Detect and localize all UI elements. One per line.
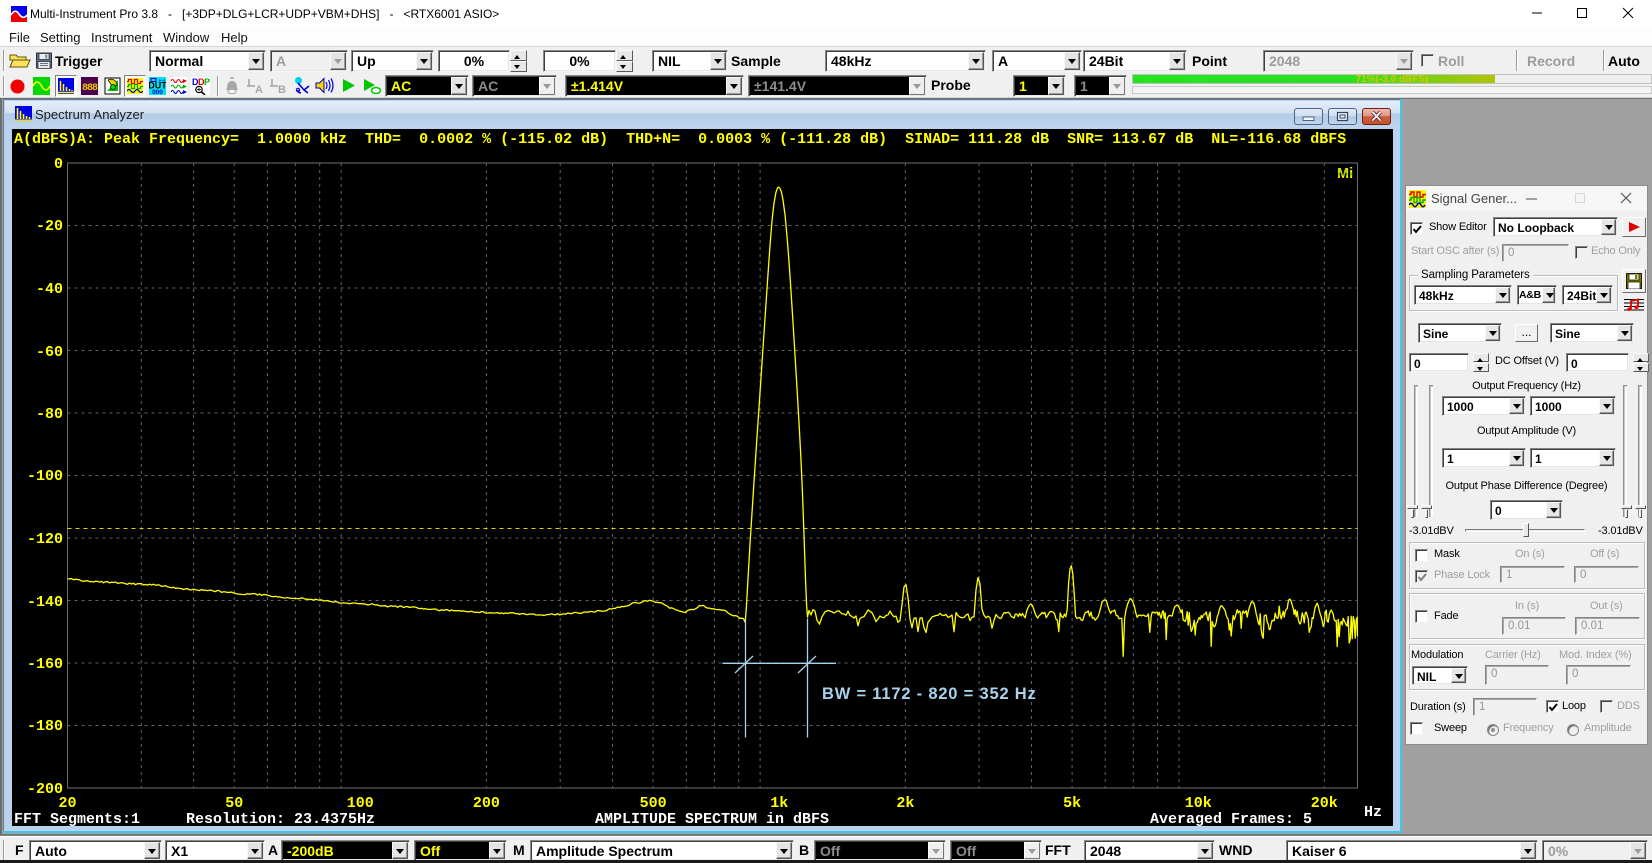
svg-text:-180: -180 xyxy=(27,718,63,735)
svg-text:20: 20 xyxy=(58,795,76,812)
svg-text:Mi: Mi xyxy=(1337,166,1353,182)
svg-text:-100: -100 xyxy=(27,468,63,485)
svg-text:BW = 1172 - 820 = 352 Hz: BW = 1172 - 820 = 352 Hz xyxy=(822,685,1037,703)
svg-text:50: 50 xyxy=(225,795,243,812)
svg-text:B: B xyxy=(278,84,286,94)
svg-text:A: A xyxy=(255,84,263,94)
svg-text:000: 000 xyxy=(152,89,163,95)
svg-text:20k: 20k xyxy=(1311,795,1338,812)
svg-text:10k: 10k xyxy=(1185,795,1212,812)
svg-text:P: P xyxy=(204,77,210,87)
svg-text:0: 0 xyxy=(54,156,63,173)
svg-text:Hz: Hz xyxy=(1364,804,1382,821)
svg-text:-40: -40 xyxy=(36,281,63,298)
svg-text:-160: -160 xyxy=(27,656,63,673)
svg-text:-20: -20 xyxy=(36,218,63,235)
svg-text:-140: -140 xyxy=(27,594,63,611)
svg-text:2k: 2k xyxy=(896,795,914,812)
svg-text:-60: -60 xyxy=(36,344,63,361)
svg-text:100: 100 xyxy=(347,795,374,812)
svg-text:888: 888 xyxy=(82,83,98,94)
svg-text:-80: -80 xyxy=(36,406,63,423)
svg-text:500: 500 xyxy=(640,795,667,812)
svg-text:-120: -120 xyxy=(27,531,63,548)
svg-text:5k: 5k xyxy=(1063,795,1081,812)
svg-text:1k: 1k xyxy=(770,795,788,812)
svg-text:200: 200 xyxy=(473,795,500,812)
